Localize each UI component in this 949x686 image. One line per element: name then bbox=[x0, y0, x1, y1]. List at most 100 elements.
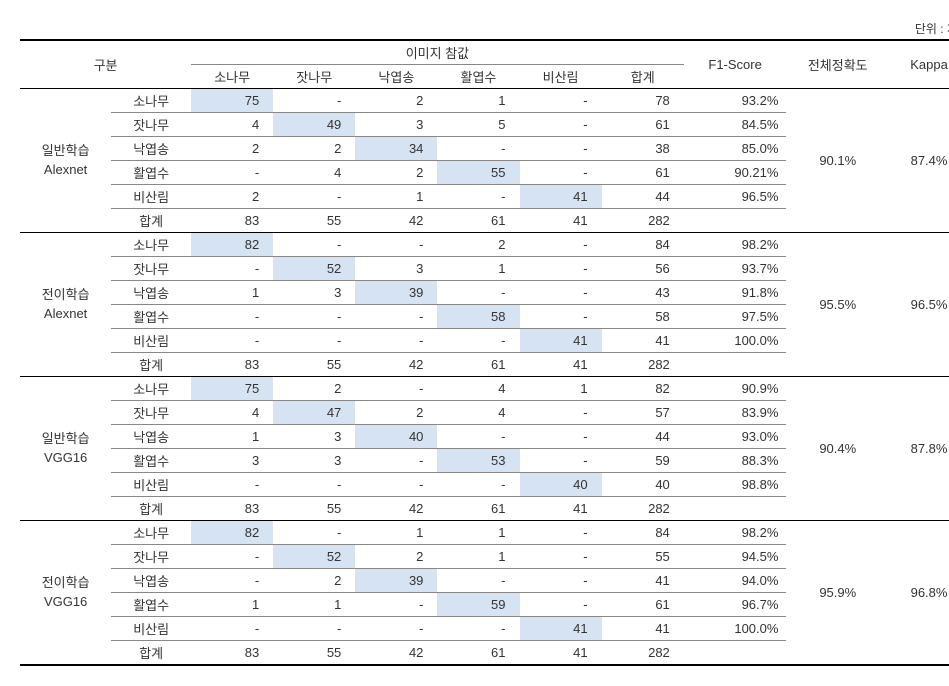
row-label: 합계 bbox=[111, 497, 191, 521]
cell: 3 bbox=[273, 425, 355, 449]
cell: 41 bbox=[520, 209, 602, 233]
cell: 1 bbox=[437, 257, 519, 281]
cell: 2 bbox=[273, 137, 355, 161]
f1-cell: 94.0% bbox=[684, 569, 787, 593]
cell: 55 bbox=[437, 161, 519, 185]
col-header: 소나무 bbox=[191, 65, 273, 89]
cell: - bbox=[437, 617, 519, 641]
row-label: 소나무 bbox=[111, 89, 191, 113]
group-label: 전이학습Alexnet bbox=[20, 233, 111, 377]
row-label: 잣나무 bbox=[111, 113, 191, 137]
cell: - bbox=[191, 161, 273, 185]
f1-cell bbox=[684, 353, 787, 377]
header-gubun: 구분 bbox=[20, 40, 191, 89]
cell: 61 bbox=[437, 497, 519, 521]
cell: 40 bbox=[355, 425, 437, 449]
acc-cell: 95.9% bbox=[786, 521, 889, 666]
cell: - bbox=[520, 161, 602, 185]
row-label: 잣나무 bbox=[111, 545, 191, 569]
header-f1: F1-Score bbox=[684, 40, 787, 89]
header-imgtruth: 이미지 참값 bbox=[191, 40, 684, 65]
cell: - bbox=[437, 281, 519, 305]
cell: - bbox=[355, 473, 437, 497]
cell: 43 bbox=[602, 281, 684, 305]
cell: 52 bbox=[273, 545, 355, 569]
cell: 61 bbox=[602, 593, 684, 617]
cell: 2 bbox=[273, 569, 355, 593]
cell: 2 bbox=[191, 185, 273, 209]
row-label: 비산림 bbox=[111, 329, 191, 353]
cell: 78 bbox=[602, 89, 684, 113]
cell: 2 bbox=[355, 161, 437, 185]
f1-cell: 91.8% bbox=[684, 281, 787, 305]
cell: 2 bbox=[355, 545, 437, 569]
cell: 282 bbox=[602, 353, 684, 377]
cell: - bbox=[355, 377, 437, 401]
cell: - bbox=[520, 425, 602, 449]
cell: - bbox=[355, 617, 437, 641]
row-label: 합계 bbox=[111, 209, 191, 233]
cell: 1 bbox=[355, 521, 437, 545]
cell: - bbox=[520, 521, 602, 545]
cell: 82 bbox=[191, 233, 273, 257]
f1-cell: 93.2% bbox=[684, 89, 787, 113]
cell: 3 bbox=[355, 257, 437, 281]
cell: 41 bbox=[520, 185, 602, 209]
cell: 55 bbox=[273, 641, 355, 666]
cell: - bbox=[273, 233, 355, 257]
cell: 55 bbox=[273, 209, 355, 233]
cell: 4 bbox=[437, 401, 519, 425]
cell: 3 bbox=[355, 113, 437, 137]
cell: 3 bbox=[191, 449, 273, 473]
cell: 3 bbox=[273, 449, 355, 473]
cell: 2 bbox=[437, 233, 519, 257]
cell: - bbox=[355, 449, 437, 473]
cell: 82 bbox=[602, 377, 684, 401]
cell: 2 bbox=[273, 377, 355, 401]
f1-cell: 85.0% bbox=[684, 137, 787, 161]
cell: - bbox=[191, 473, 273, 497]
row-label: 합계 bbox=[111, 641, 191, 666]
cell: 59 bbox=[602, 449, 684, 473]
f1-cell: 98.8% bbox=[684, 473, 787, 497]
cell: - bbox=[437, 137, 519, 161]
f1-cell: 90.9% bbox=[684, 377, 787, 401]
cell: 59 bbox=[437, 593, 519, 617]
cell: 2 bbox=[191, 137, 273, 161]
group-label: 전이학습VGG16 bbox=[20, 521, 111, 666]
cell: 42 bbox=[355, 353, 437, 377]
row-label: 낙엽송 bbox=[111, 425, 191, 449]
kappa-cell: 96.5% bbox=[889, 233, 949, 377]
cell: 38 bbox=[602, 137, 684, 161]
cell: 3 bbox=[273, 281, 355, 305]
kappa-cell: 87.8% bbox=[889, 377, 949, 521]
confusion-matrix-table: 구분 이미지 참값 F1-Score 전체정확도 Kappa 소나무 잣나무 낙… bbox=[20, 39, 949, 666]
cell: 55 bbox=[602, 545, 684, 569]
cell: 4 bbox=[191, 113, 273, 137]
cell: 1 bbox=[437, 89, 519, 113]
cell: - bbox=[520, 137, 602, 161]
cell: 55 bbox=[273, 353, 355, 377]
cell: - bbox=[191, 305, 273, 329]
cell: 44 bbox=[602, 425, 684, 449]
cell: 1 bbox=[191, 425, 273, 449]
cell: 282 bbox=[602, 497, 684, 521]
row-label: 활엽수 bbox=[111, 305, 191, 329]
cell: - bbox=[520, 113, 602, 137]
cell: 41 bbox=[520, 617, 602, 641]
col-header: 비산림 bbox=[520, 65, 602, 89]
row-label: 비산림 bbox=[111, 617, 191, 641]
cell: - bbox=[191, 569, 273, 593]
cell: 1 bbox=[191, 281, 273, 305]
cell: 47 bbox=[273, 401, 355, 425]
cell: - bbox=[273, 473, 355, 497]
cell: 84 bbox=[602, 521, 684, 545]
row-label: 활엽수 bbox=[111, 161, 191, 185]
f1-cell: 88.3% bbox=[684, 449, 787, 473]
cell: 84 bbox=[602, 233, 684, 257]
cell: - bbox=[355, 233, 437, 257]
cell: - bbox=[520, 89, 602, 113]
f1-cell: 93.7% bbox=[684, 257, 787, 281]
cell: 4 bbox=[191, 401, 273, 425]
col-header: 낙엽송 bbox=[355, 65, 437, 89]
